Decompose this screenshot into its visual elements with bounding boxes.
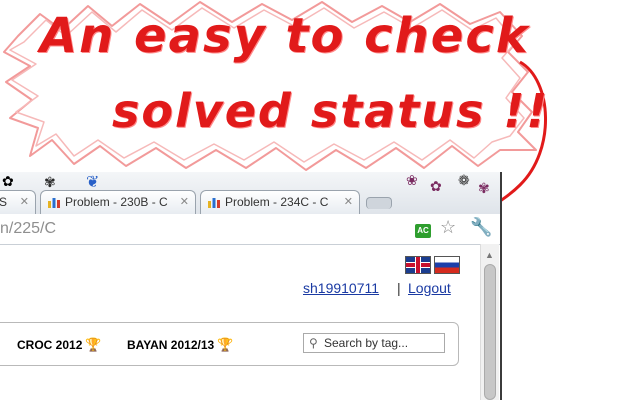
- chart-favicon-icon: [208, 198, 220, 208]
- theme-butterfly-icon: ❦: [86, 174, 100, 191]
- search-by-tag-input[interactable]: ⚲ Search by tag...: [303, 333, 445, 353]
- vertical-scrollbar[interactable]: ▲: [480, 244, 499, 400]
- logout-link[interactable]: Logout: [408, 280, 451, 296]
- page-content: sh19910711 | Logout CROC 2012 🏆 BAYAN 201…: [0, 244, 480, 400]
- tab-label: Problem - 234C - C: [225, 195, 329, 209]
- menu-item-bayan-2012-13[interactable]: BAYAN 2012/13 🏆: [127, 337, 233, 353]
- ac-status-icon[interactable]: AC: [415, 224, 431, 238]
- address-toolbar: n/225/C AC ☆ 🔧: [0, 214, 500, 245]
- close-tab-icon[interactable]: ✕: [20, 195, 29, 208]
- user-profile-link[interactable]: sh19910711: [303, 280, 379, 296]
- tab-strip: ✿ ✾ ❦ ❀ ✿ ❁ ✾ S ✕ Problem - 230B - C ✕ P…: [0, 172, 500, 214]
- bookmark-star-icon[interactable]: ☆: [440, 217, 456, 238]
- trophy-icon: 🏆: [85, 337, 102, 352]
- russian-flag-icon[interactable]: [434, 256, 460, 274]
- wrench-menu-icon[interactable]: 🔧: [470, 217, 492, 238]
- theme-flower-icon: ❀: [406, 172, 418, 188]
- tab-partial[interactable]: S ✕: [0, 190, 36, 214]
- theme-flower-icon: ✿: [2, 173, 14, 189]
- search-placeholder: Search by tag...: [324, 336, 409, 350]
- menu-item-croc-2012[interactable]: CROC 2012 🏆: [17, 337, 102, 353]
- menu-item-label: CROC 2012: [17, 338, 83, 352]
- contest-menu: CROC 2012 🏆 BAYAN 2012/13 🏆 ⚲ Search by ta…: [0, 322, 459, 366]
- promo-heading-line1: An easy to check: [40, 8, 530, 64]
- theme-flower-icon: ❁: [458, 172, 470, 188]
- search-icon: ⚲: [309, 336, 318, 350]
- tab-label: S: [0, 195, 7, 209]
- tab-label: Problem - 230B - C: [65, 195, 168, 209]
- tab-problem-230b[interactable]: Problem - 230B - C ✕: [40, 190, 196, 214]
- promo-callout: An easy to check solved status !!: [0, 0, 640, 236]
- theme-flower-icon: ✿: [430, 178, 442, 194]
- header-separator: |: [397, 280, 401, 296]
- promo-heading-line2: solved status !!: [112, 84, 550, 138]
- english-flag-icon[interactable]: [405, 256, 431, 274]
- theme-flower-icon: ✾: [478, 180, 490, 196]
- menu-item-label: BAYAN 2012/13: [127, 338, 215, 352]
- trophy-icon: 🏆: [217, 337, 234, 352]
- chart-favicon-icon: [48, 198, 60, 208]
- close-tab-icon[interactable]: ✕: [180, 195, 189, 208]
- new-tab-button[interactable]: [366, 197, 392, 209]
- close-tab-icon[interactable]: ✕: [344, 195, 353, 208]
- browser-window: ✿ ✾ ❦ ❀ ✿ ❁ ✾ S ✕ Problem - 230B - C ✕ P…: [0, 172, 502, 400]
- tab-problem-234c[interactable]: Problem - 234C - C ✕: [200, 190, 360, 214]
- scroll-thumb[interactable]: [484, 264, 496, 400]
- scroll-up-arrow-icon[interactable]: ▲: [485, 250, 494, 260]
- theme-flower-icon: ✾: [44, 174, 56, 190]
- address-bar[interactable]: n/225/C: [0, 220, 56, 238]
